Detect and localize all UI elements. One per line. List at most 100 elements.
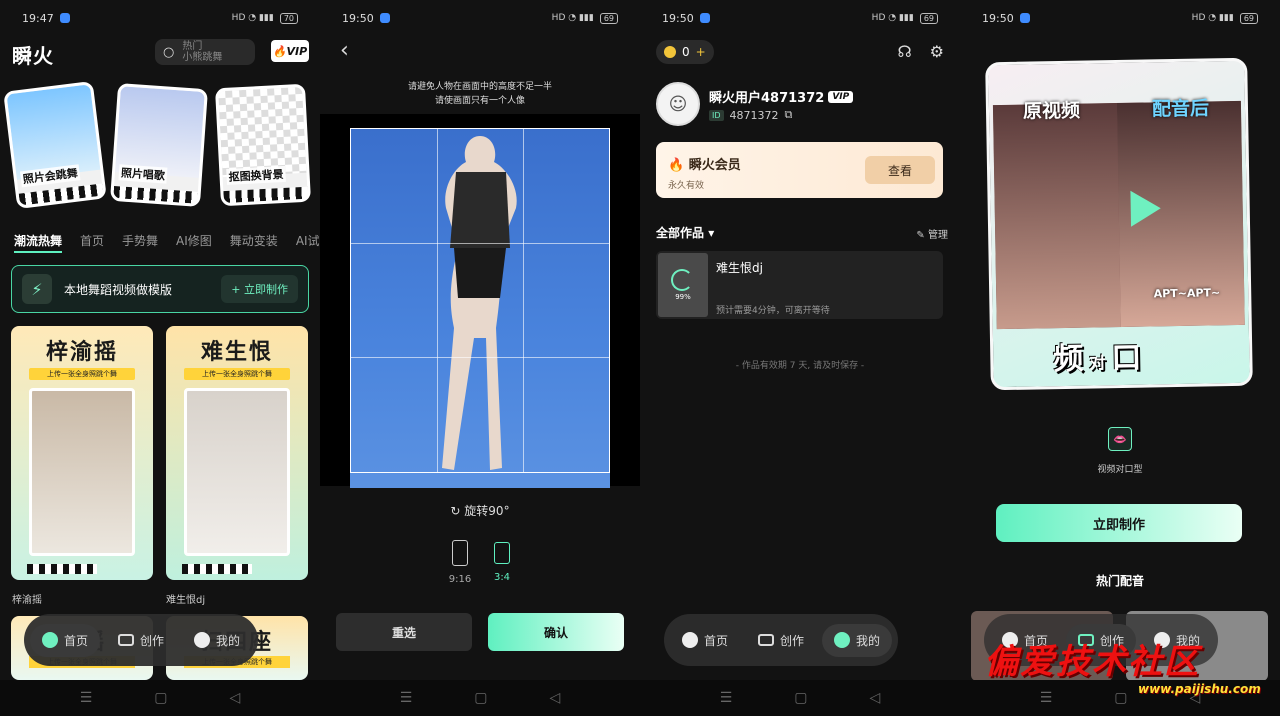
nav-mine[interactable]: 我的	[822, 623, 893, 657]
profile-screen: 19:50 HD ◔ ▮▮▮ 69 0 + ☊ ⚙ ☺ 瞬火用户4871372 VI…	[640, 0, 960, 716]
headset-icon[interactable]: ☊	[897, 42, 911, 61]
search-input[interactable]: ○ 热门 小熊跳舞	[155, 39, 255, 65]
crop-hint: 请避免人物在画面中的高度不足一半 请使画面只有一个人像	[407, 82, 552, 106]
home-square-icon[interactable]: ▢	[1114, 690, 1127, 706]
avatar[interactable]: ☺	[656, 82, 700, 126]
make-now-button[interactable]: + 立即制作	[221, 275, 298, 303]
view-button[interactable]: 查看	[865, 156, 935, 184]
camera-icon	[118, 634, 135, 646]
status-icons: HD ◔ ▮▮▮ 69	[552, 12, 618, 24]
app-notification-icon	[379, 13, 390, 23]
back-triangle-icon[interactable]: ◁	[870, 690, 881, 706]
app-notification-icon	[59, 13, 70, 23]
back-triangle-icon[interactable]: ◁	[550, 690, 561, 706]
status-time: 19:50	[662, 11, 694, 25]
lip-sync-title: 频对口	[1053, 340, 1142, 378]
tab-home[interactable]: 首页	[80, 232, 104, 253]
status-icons: HD ◔ ▮▮▮ 69	[1192, 12, 1258, 24]
member-title: 🔥 瞬火会员	[668, 158, 741, 173]
coin-balance[interactable]: 0 +	[656, 40, 714, 64]
nav-create[interactable]: 创作	[106, 624, 176, 657]
manage-button[interactable]: ✎ 管理	[916, 226, 948, 241]
feature-card-cutout[interactable]: 抠图换背景	[214, 83, 312, 207]
menu-icon[interactable]: ☰	[1040, 690, 1053, 706]
app-logo: 瞬火	[12, 44, 54, 68]
tab-dance-transform[interactable]: 舞动变装	[230, 232, 278, 253]
crop-frame[interactable]	[350, 128, 610, 473]
status-bar: 19:50 HD ◔ ▮▮▮ 69	[960, 0, 1280, 36]
lip-sync-promo: 原视频 配音后 APT~APT~ 频对口	[985, 57, 1253, 391]
bottom-nav: 首页 创作 我的	[24, 614, 259, 666]
tab-ai-retouch[interactable]: AI修图	[176, 232, 212, 253]
tab-gesture-dance[interactable]: 手势舞	[122, 232, 158, 253]
status-bar: 19:50 HD ◔ ▮▮▮ 69	[640, 0, 960, 36]
coin-icon	[664, 46, 676, 58]
make-now-button[interactable]: 立即制作	[996, 504, 1242, 542]
reselect-button[interactable]: 重选	[336, 613, 472, 651]
work-name: 难生恨dj	[716, 261, 763, 275]
work-progress: 99%	[675, 293, 691, 301]
user-id: ID 4871372 ⧉	[709, 108, 792, 122]
nav-mine[interactable]: 我的	[182, 624, 252, 657]
card-subtitle: 上传一张全身照跳个舞	[29, 368, 135, 380]
expire-note: - 作品有效期 7 天, 请及时保存 -	[735, 361, 865, 371]
app-notification-icon	[1019, 13, 1030, 23]
tab-trending-dance[interactable]: 潮流热舞	[14, 232, 63, 253]
member-subtitle: 永久有效	[668, 181, 705, 191]
menu-icon[interactable]: ☰	[80, 690, 93, 706]
bottom-nav: 首页 创作 我的	[664, 614, 899, 666]
top-icons: ☊ ⚙	[897, 42, 944, 61]
watermark-text: 偏爱技术社区	[984, 642, 1200, 682]
ratio-3-4[interactable]: 3:4	[488, 540, 516, 583]
settings-gear-icon[interactable]: ⚙	[930, 42, 944, 61]
play-icon	[1130, 190, 1162, 227]
nav-home[interactable]: 首页	[670, 624, 740, 657]
work-item[interactable]: 99% 难生恨dj 预计需要4分钟，可离开等待	[656, 251, 943, 319]
local-dance-template-bar[interactable]: ⚡ 本地舞蹈视频做模版 + 立即制作	[11, 265, 309, 313]
card-title: 难生恨	[200, 340, 273, 365]
crop-stage	[320, 114, 640, 488]
status-time: 19:47	[22, 11, 54, 25]
smile-icon	[194, 632, 211, 648]
caret-down-icon: ▾	[708, 226, 715, 240]
home-square-icon[interactable]: ▢	[474, 690, 487, 706]
crop-screen: 19:50 HD ◔ ▮▮▮ 69 ‹ 请避免人物在画面中的高度不足一半 请使画面…	[320, 0, 640, 716]
local-bar-text: 本地舞蹈视频做模版	[64, 282, 173, 297]
id-tag: ID	[709, 109, 724, 121]
home-square-icon[interactable]: ▢	[154, 690, 167, 706]
menu-icon[interactable]: ☰	[720, 690, 733, 706]
ratio-9-16[interactable]: 9:16	[446, 540, 474, 585]
status-bar: 19:50 HD ◔ ▮▮▮ 69	[320, 0, 640, 36]
vip-badge: VIP	[828, 90, 854, 103]
confirm-button[interactable]: 确认	[488, 613, 624, 651]
ratio-icon	[494, 542, 510, 564]
lip-sync-screen: 19:50 HD ◔ ▮▮▮ 69 原视频 配音后 APT~APT~ 频对口 👄…	[960, 0, 1280, 716]
battery-icon: 69	[599, 12, 618, 24]
tab-ai-tryon[interactable]: AI试衣	[296, 232, 320, 253]
grid-line	[436, 129, 438, 472]
lips-icon[interactable]: 👄	[1108, 427, 1132, 451]
feature-card-photo-sing[interactable]: 照片唱歌	[109, 83, 209, 207]
checker-decoration	[27, 564, 97, 574]
nav-create[interactable]: 创作	[746, 624, 816, 657]
template-card[interactable]: 梓渝摇 上传一张全身照跳个舞	[11, 326, 153, 580]
search-icon: ○	[163, 44, 175, 60]
status-icons: HD ◔ ▮▮▮ 69	[872, 12, 938, 24]
copy-icon[interactable]: ⧉	[785, 108, 793, 122]
template-card[interactable]: 难生恨 上传一张全身照跳个舞	[166, 326, 308, 580]
feature-card-photo-dance[interactable]: 照片会跳舞	[3, 80, 107, 210]
battery-icon: 69	[919, 12, 938, 24]
membership-card: 🔥 瞬火会员 永久有效 查看	[656, 142, 943, 198]
card-caption: 梓渝摇	[12, 595, 42, 606]
plus-icon: +	[695, 45, 706, 59]
card-title: 梓渝摇	[45, 340, 118, 365]
nav-home[interactable]: 首页	[30, 623, 101, 657]
checker-decoration	[113, 185, 198, 204]
back-triangle-icon[interactable]: ◁	[230, 690, 241, 706]
rotate-button[interactable]: ↻ 旋转90°	[320, 502, 640, 519]
all-works-filter[interactable]: 全部作品 ▾	[656, 224, 714, 241]
vip-button[interactable]: 🔥 VIP	[271, 40, 309, 62]
home-square-icon[interactable]: ▢	[794, 690, 807, 706]
back-arrow-icon[interactable]: ‹	[340, 38, 349, 63]
menu-icon[interactable]: ☰	[400, 690, 413, 706]
